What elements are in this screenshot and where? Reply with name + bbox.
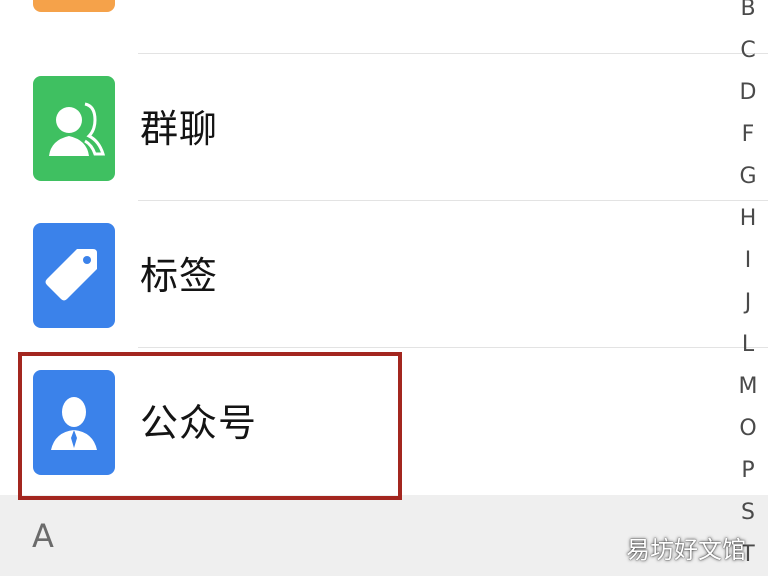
tag-icon <box>33 223 115 328</box>
list-item-group-chat[interactable]: 群聊 <box>0 54 768 200</box>
index-letter[interactable]: L <box>742 324 754 366</box>
list-item-label: 标签 <box>140 254 219 298</box>
index-letter[interactable]: H <box>740 198 757 240</box>
list-item-partial[interactable] <box>0 0 768 53</box>
index-letter[interactable]: S <box>741 492 755 534</box>
list-item-tags[interactable]: 标签 <box>0 201 768 347</box>
group-chat-icon <box>33 76 115 181</box>
index-letter[interactable]: M <box>739 366 758 408</box>
section-letter: A <box>32 517 54 555</box>
watermark: 易坊好文馆 <box>626 536 746 564</box>
index-letter[interactable]: G <box>739 156 756 198</box>
index-letter[interactable]: J <box>745 282 752 324</box>
index-letter[interactable]: D <box>740 72 757 114</box>
highlight-box <box>18 352 402 500</box>
alphabet-index[interactable]: B C D F G H I J L M O P S T <box>734 0 762 576</box>
index-letter[interactable]: B <box>740 0 755 30</box>
index-letter[interactable]: F <box>742 114 755 156</box>
index-letter[interactable]: P <box>741 450 754 492</box>
chat-bubble-icon <box>33 0 115 12</box>
index-letter[interactable]: O <box>739 408 756 450</box>
index-letter[interactable]: I <box>745 240 752 282</box>
list-item-label: 群聊 <box>140 107 219 151</box>
index-letter[interactable]: C <box>740 30 755 72</box>
